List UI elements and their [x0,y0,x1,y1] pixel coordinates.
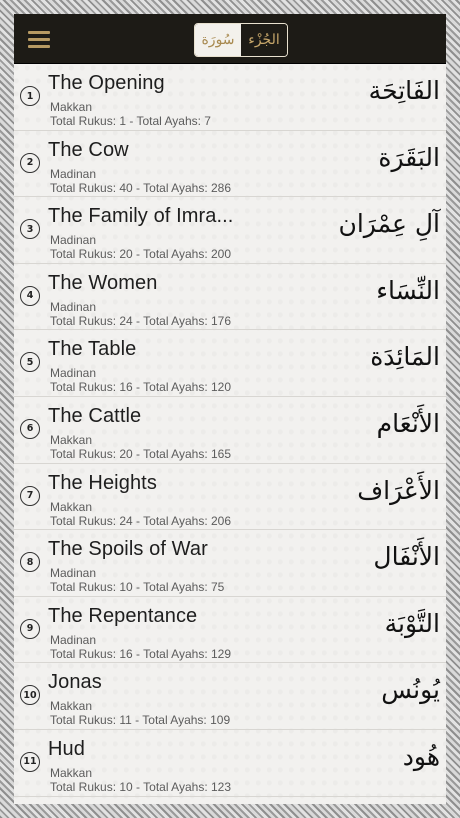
surah-totals: Total Rukus: 10 - Total Ayahs: 75 [50,580,225,595]
surah-revelation-place: Madinan [50,566,97,581]
surah-number-badge: 8 [20,552,40,573]
top-bar: سُورَة الجُزْء [14,14,446,64]
surah-row[interactable]: 9 The Repentance Madinan Total Rukus: 16 - … [14,597,446,664]
surah-arabic-name: آلِ عِمْرَان [338,209,440,239]
surah-row[interactable]: 7 The Heights Makkan Total Rukus: 24 - Tota… [14,464,446,531]
surah-row[interactable]: 1 The Opening Makkan Total Rukus: 1 - Total… [14,64,446,131]
surah-revelation-place: Madinan [50,366,97,381]
surah-number-badge: 1 [20,86,40,106]
surah-revelation-place: Makkan [50,699,93,714]
surah-arabic-name: النِّسَاء [376,275,440,305]
surah-number-badge: 11 [20,751,40,772]
surah-row[interactable]: 11 Hud Makkan Total Rukus: 10 - Total Ayahs… [14,730,446,797]
surah-arabic-name: الأَنْعَام [376,408,440,438]
surah-english-name: The Cow [48,138,129,161]
surah-revelation-place: Madinan [50,299,97,314]
surah-number-badge: 7 [20,485,40,506]
surah-number-badge: 10 [20,685,40,706]
surah-row[interactable]: 4 The Women Madinan Total Rukus: 24 - Total… [14,264,446,331]
surah-revelation-place: Madinan [50,632,97,647]
surah-english-name: The Table [48,338,137,361]
surah-arabic-name: الفَاتِحَة [368,76,440,105]
surah-english-name: The Cattle [48,404,142,427]
surah-totals: Total Rukus: 24 - Total Ayahs: 206 [50,513,232,528]
surah-row[interactable]: 2 The Cow Madinan Total Rukus: 40 - Total A… [14,131,446,198]
surah-english-name: Jonas [48,671,102,694]
surah-arabic-name: التَّوْبَة [384,608,440,638]
surah-row[interactable]: 10 Jonas Makkan Total Rukus: 11 - Total Aya… [14,663,446,730]
surah-totals: Total Rukus: 20 - Total Ayahs: 165 [50,446,232,461]
surah-number-badge: 9 [20,618,40,639]
surah-totals: Total Rukus: 10 - Total Ayahs: 123 [50,779,232,794]
surah-arabic-name: هُود [402,741,440,771]
surah-number-badge: 6 [20,418,40,439]
surah-english-name: The Opening [48,72,165,94]
surah-number-badge: 5 [20,352,40,373]
surah-number-badge: 3 [20,219,40,240]
surah-totals: Total Rukus: 16 - Total Ayahs: 120 [50,380,232,395]
surah-revelation-place: Makkan [50,100,93,114]
tab-juz[interactable]: الجُزْء [241,24,287,56]
surah-totals: Total Rukus: 11 - Total Ayahs: 109 [50,713,231,728]
surah-arabic-name: يُونُس [381,675,440,705]
surah-totals: Total Rukus: 40 - Total Ayahs: 286 [50,180,232,195]
surah-list: 1 The Opening Makkan Total Rukus: 1 - Total… [14,64,446,804]
surah-totals: Total Rukus: 16 - Total Ayahs: 129 [50,646,232,661]
tab-surah[interactable]: سُورَة [195,24,241,56]
surah-revelation-place: Makkan [50,432,93,447]
surah-english-name: The Family of Imra... [48,205,234,228]
surah-number-badge: 2 [20,152,40,173]
surah-revelation-place: Makkan [50,765,93,780]
surah-english-name: The Spoils of War [48,538,208,561]
surah-arabic-name: المَائِدَة [370,342,440,372]
hamburger-menu-icon[interactable] [28,31,50,48]
surah-row[interactable]: 3 The Family of Imra... Madinan Total Rukus… [14,197,446,264]
surah-row[interactable]: 6 The Cattle Makkan Total Rukus: 20 - Total… [14,397,446,464]
surah-revelation-place: Madinan [50,166,97,181]
surah-revelation-place: Makkan [50,499,93,514]
surah-totals: Total Rukus: 1 - Total Ayahs: 7 [50,114,211,128]
surah-english-name: The Repentance [48,604,198,627]
surah-totals: Total Rukus: 24 - Total Ayahs: 176 [50,313,232,328]
surah-juz-segmented-control: سُورَة الجُزْء [194,23,288,57]
surah-totals: Total Rukus: 20 - Total Ayahs: 200 [50,247,232,262]
surah-row[interactable]: 8 The Spoils of War Madinan Total Rukus: 10… [14,530,446,597]
surah-arabic-name: الأَعْرَاف [357,475,440,505]
surah-english-name: Hud [48,737,85,760]
surah-english-name: The Women [48,271,158,294]
surah-arabic-name: البَقَرَة [378,142,440,172]
surah-revelation-place: Madinan [50,233,97,248]
surah-row[interactable]: 5 The Table Madinan Total Rukus: 16 - Total… [14,330,446,397]
surah-english-name: The Heights [48,471,157,494]
surah-arabic-name: الأَنْفَال [373,542,440,572]
surah-number-badge: 4 [20,285,40,306]
